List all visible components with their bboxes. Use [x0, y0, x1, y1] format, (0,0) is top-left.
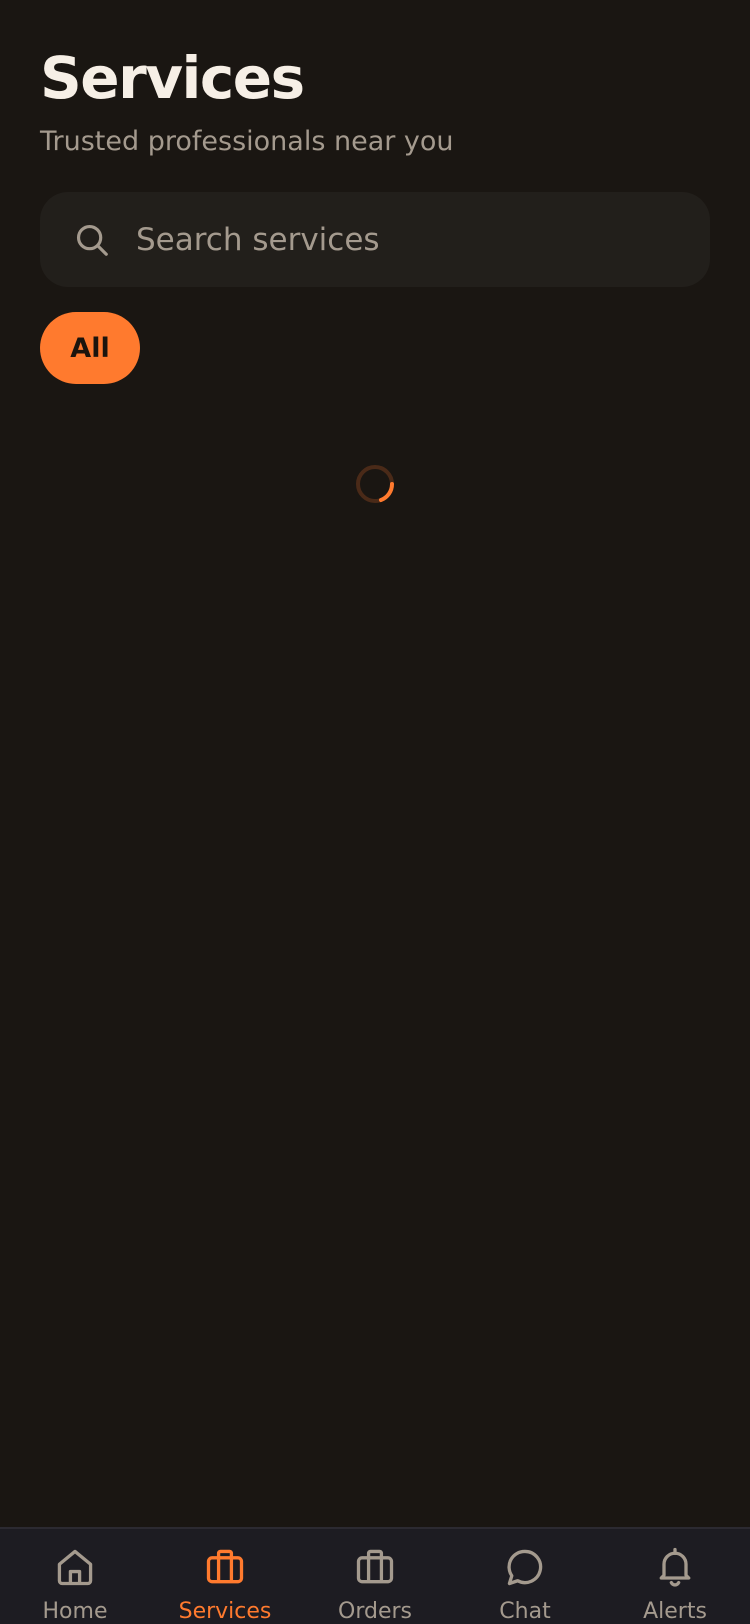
briefcase-icon — [352, 1545, 398, 1589]
nav-item-chat[interactable]: Chat — [450, 1529, 600, 1624]
page-title: Services — [40, 44, 305, 112]
home-icon — [52, 1545, 98, 1589]
nav-label-home: Home — [42, 1599, 108, 1624]
nav-label-services: Services — [178, 1599, 272, 1624]
nav-item-alerts[interactable]: Alerts — [600, 1529, 750, 1624]
nav-item-services[interactable]: Services — [150, 1529, 300, 1624]
nav-item-home[interactable]: Home — [0, 1529, 150, 1624]
filter-chip-all[interactable]: All — [40, 312, 140, 384]
nav-label-orders: Orders — [338, 1599, 412, 1624]
filter-chips: All — [40, 312, 140, 384]
search-input[interactable] — [136, 209, 710, 270]
chat-bubble-icon — [502, 1545, 548, 1589]
page-subtitle: Trusted professionals near you — [40, 126, 454, 157]
bottom-navigation: Home Services Orders Chat Alerts — [0, 1527, 750, 1624]
bell-icon — [652, 1545, 698, 1589]
nav-label-alerts: Alerts — [643, 1599, 707, 1624]
nav-item-orders[interactable]: Orders — [300, 1529, 450, 1624]
nav-label-chat: Chat — [499, 1599, 551, 1624]
search-bar[interactable] — [40, 192, 710, 287]
page-header: Services Trusted professionals near you — [40, 40, 710, 160]
briefcase-icon — [202, 1545, 248, 1589]
search-icon — [72, 220, 112, 260]
loading-spinner — [356, 465, 395, 503]
